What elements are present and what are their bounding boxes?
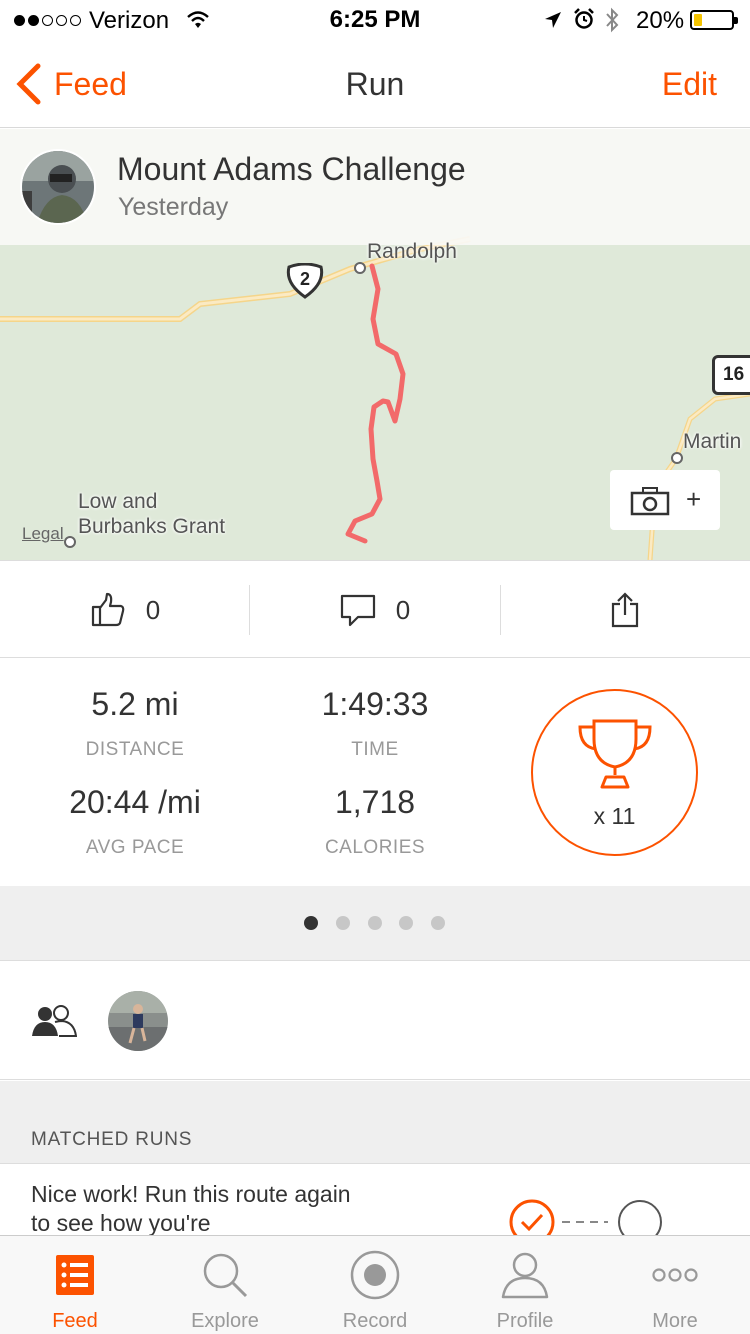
route-shield-2: 2 <box>283 263 327 299</box>
time-label: TIME <box>351 739 399 760</box>
add-photo-button[interactable]: + <box>610 470 720 530</box>
battery-icon <box>690 10 738 30</box>
matched-runs-message: Nice work! Run this route again to see h… <box>31 1181 351 1235</box>
comment-button[interactable]: 0 <box>250 561 500 659</box>
edit-button[interactable]: Edit <box>662 66 717 103</box>
route-map[interactable]: Mount Adams Challenge Yesterday Randolph… <box>0 129 750 560</box>
tab-label: Profile <box>496 1310 554 1332</box>
status-bar: Verizon 6:25 PM 20% <box>0 0 750 40</box>
athlete-avatar[interactable] <box>20 149 96 225</box>
page-dot[interactable] <box>399 916 413 930</box>
page-dot[interactable] <box>368 916 382 930</box>
feed-icon <box>56 1255 94 1295</box>
search-icon <box>203 1253 248 1298</box>
comment-icon <box>340 594 375 627</box>
pace-value: 20:44 /mi <box>69 784 201 820</box>
tab-profile[interactable]: Profile <box>450 1236 600 1334</box>
kudos-count: 0 <box>145 594 161 625</box>
matched-runs-header: MATCHED RUNS <box>0 1081 750 1164</box>
map-place-label: Low and <box>78 490 158 513</box>
group-icon <box>32 1005 77 1037</box>
distance-label: DISTANCE <box>85 739 185 760</box>
thumbs-up-icon <box>91 592 125 627</box>
page-dot[interactable] <box>431 916 445 930</box>
calories-value: 1,718 <box>334 784 416 820</box>
app-root: Verizon 6:25 PM 20% Feed Run Edit Mount … <box>0 0 750 1334</box>
page-dot[interactable] <box>304 916 318 930</box>
map-legal-link[interactable]: Legal <box>22 524 64 544</box>
kudos-button[interactable]: 0 <box>0 561 250 659</box>
activity-date: Yesterday <box>118 193 229 221</box>
activity-name: Mount Adams Challenge <box>117 151 466 187</box>
activity-header[interactable]: Mount Adams Challenge Yesterday <box>0 129 750 245</box>
profile-icon <box>501 1252 549 1299</box>
tab-label: Feed <box>52 1310 98 1332</box>
time-value: 1:49:33 <box>321 686 429 722</box>
record-icon <box>350 1250 400 1300</box>
achievements-count: x 11 <box>593 803 636 829</box>
bluetooth-icon <box>606 7 619 33</box>
share-button[interactable] <box>500 561 750 659</box>
route-shield-16: 16 <box>712 355 750 395</box>
location-arrow-icon <box>545 12 561 28</box>
add-plus-label: + <box>686 484 702 514</box>
battery-percent: 20% <box>636 7 685 34</box>
pace-label: AVG PACE <box>85 837 185 858</box>
page-dot[interactable] <box>336 916 350 930</box>
page-indicator[interactable] <box>0 886 750 961</box>
alarm-icon <box>574 8 594 29</box>
comment-count: 0 <box>395 594 411 625</box>
camera-icon <box>630 487 670 516</box>
page-title: Run <box>345 66 405 102</box>
tab-record[interactable]: Record <box>300 1236 450 1334</box>
group-athletes[interactable] <box>0 962 750 1080</box>
trophy-icon <box>578 719 652 789</box>
tab-explore[interactable]: Explore <box>150 1236 300 1334</box>
navigation-bar: Feed Run Edit <box>0 40 750 128</box>
matched-runs-title: MATCHED RUNS <box>31 1129 193 1150</box>
share-icon <box>611 592 639 628</box>
tab-label: More <box>652 1310 698 1332</box>
map-place-label: Randolph <box>367 240 457 263</box>
athlete-avatar[interactable] <box>108 991 168 1051</box>
tab-feed[interactable]: Feed <box>0 1236 150 1334</box>
calories-label: CALORIES <box>324 837 426 858</box>
map-place-label: Burbanks Grant <box>78 515 226 538</box>
map-place-label: Martin <box>683 430 742 453</box>
more-icon <box>652 1268 698 1282</box>
activity-stats: 5.2 mi DISTANCE 1:49:33 TIME 20:44 /mi A… <box>0 658 750 886</box>
matched-runs-card[interactable]: Nice work! Run this route again to see h… <box>0 1165 750 1235</box>
matched-progress-icon <box>509 1199 662 1235</box>
tab-more[interactable]: More <box>600 1236 750 1334</box>
tab-label: Explore <box>191 1310 259 1332</box>
achievements-button[interactable]: x 11 <box>531 689 698 856</box>
social-actions: 0 0 <box>0 560 750 658</box>
tab-bar: Feed Explore Record Profile More <box>0 1235 750 1334</box>
distance-value: 5.2 mi <box>91 686 179 722</box>
tab-label: Record <box>342 1310 408 1332</box>
